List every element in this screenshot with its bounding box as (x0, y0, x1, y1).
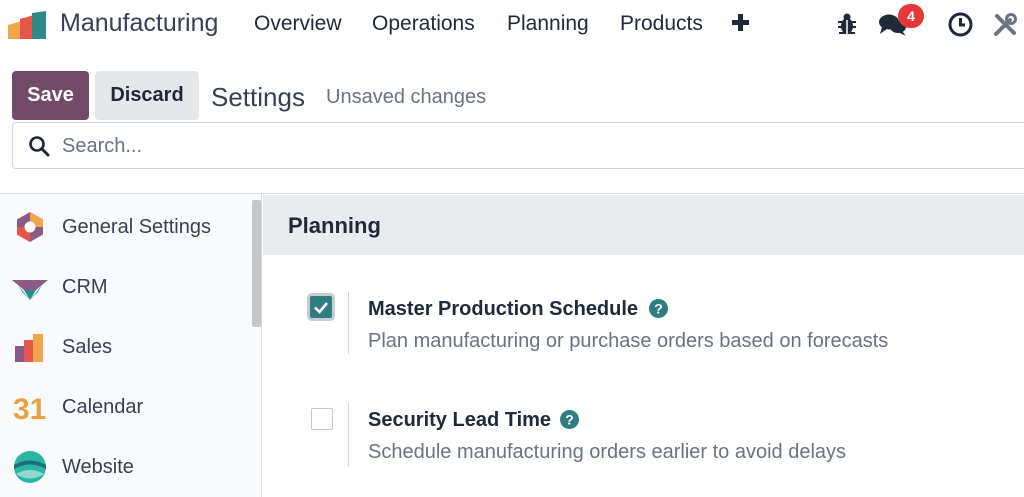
save-button[interactable]: Save (12, 71, 89, 120)
navbar: Manufacturing Overview Operations Planni… (0, 0, 1024, 52)
menu-operations[interactable]: Operations (372, 12, 475, 36)
master-production-schedule-checkbox[interactable] (310, 296, 332, 318)
help-icon[interactable]: ? (560, 410, 579, 429)
menu-planning[interactable]: Planning (507, 12, 589, 36)
messages-badge: 4 (898, 4, 924, 28)
sales-icon (15, 334, 43, 362)
sidebar-item-website[interactable]: Website (0, 438, 252, 494)
general-settings-icon (17, 212, 43, 242)
sidebar-item-general-settings[interactable]: General Settings (0, 198, 252, 254)
page-title: Settings (211, 82, 305, 112)
crm-icon (12, 280, 48, 300)
master-production-schedule-title: Master Production Schedule (368, 298, 639, 320)
sidebar-item-crm[interactable]: CRM (0, 258, 252, 314)
bug-icon[interactable] (836, 12, 858, 36)
security-lead-time-title: Security Lead Time (368, 409, 552, 431)
clock-icon[interactable] (948, 12, 973, 37)
checkmark-icon (314, 302, 328, 314)
sidebar-item-label: Calendar (62, 396, 144, 418)
sidebar-item-sales[interactable]: Sales (0, 318, 252, 374)
app-name[interactable]: Manufacturing (60, 9, 218, 38)
settings-tools-icon[interactable] (992, 12, 1018, 38)
svg-text:?: ? (654, 301, 663, 317)
sidebar-item-label: CRM (62, 276, 108, 298)
menu-overview[interactable]: Overview (254, 12, 342, 36)
plus-icon[interactable] (731, 12, 751, 34)
settings-sidebar: General Settings CRM Sales 31 Calendar W (0, 194, 262, 497)
unsaved-changes-status: Unsaved changes (326, 86, 487, 108)
help-icon[interactable]: ? (649, 299, 668, 318)
svg-text:31: 31 (13, 393, 46, 424)
sidebar-item-label: Website (62, 456, 134, 478)
sidebar-scrollbar[interactable] (252, 200, 261, 327)
setting-divider (348, 292, 349, 354)
calendar-icon: 31 (13, 393, 46, 424)
master-production-schedule-description: Plan manufacturing or purchase orders ba… (368, 330, 889, 352)
setting-divider (348, 403, 349, 467)
sidebar-item-calendar[interactable]: 31 Calendar (0, 378, 252, 434)
svg-text:?: ? (565, 412, 574, 428)
security-lead-time-checkbox[interactable] (311, 408, 333, 430)
security-lead-time-description: Schedule manufacturing orders earlier to… (368, 441, 847, 463)
menu-products[interactable]: Products (620, 12, 703, 36)
discard-button[interactable]: Discard (95, 71, 199, 120)
sidebar-item-label: Sales (62, 336, 113, 358)
sidebar-item-label: General Settings (62, 216, 211, 238)
search-icon (29, 136, 50, 157)
manufacturing-app-icon[interactable] (8, 11, 48, 39)
website-icon (14, 451, 46, 483)
search-input[interactable] (62, 130, 962, 162)
section-title-planning: Planning (288, 213, 381, 238)
